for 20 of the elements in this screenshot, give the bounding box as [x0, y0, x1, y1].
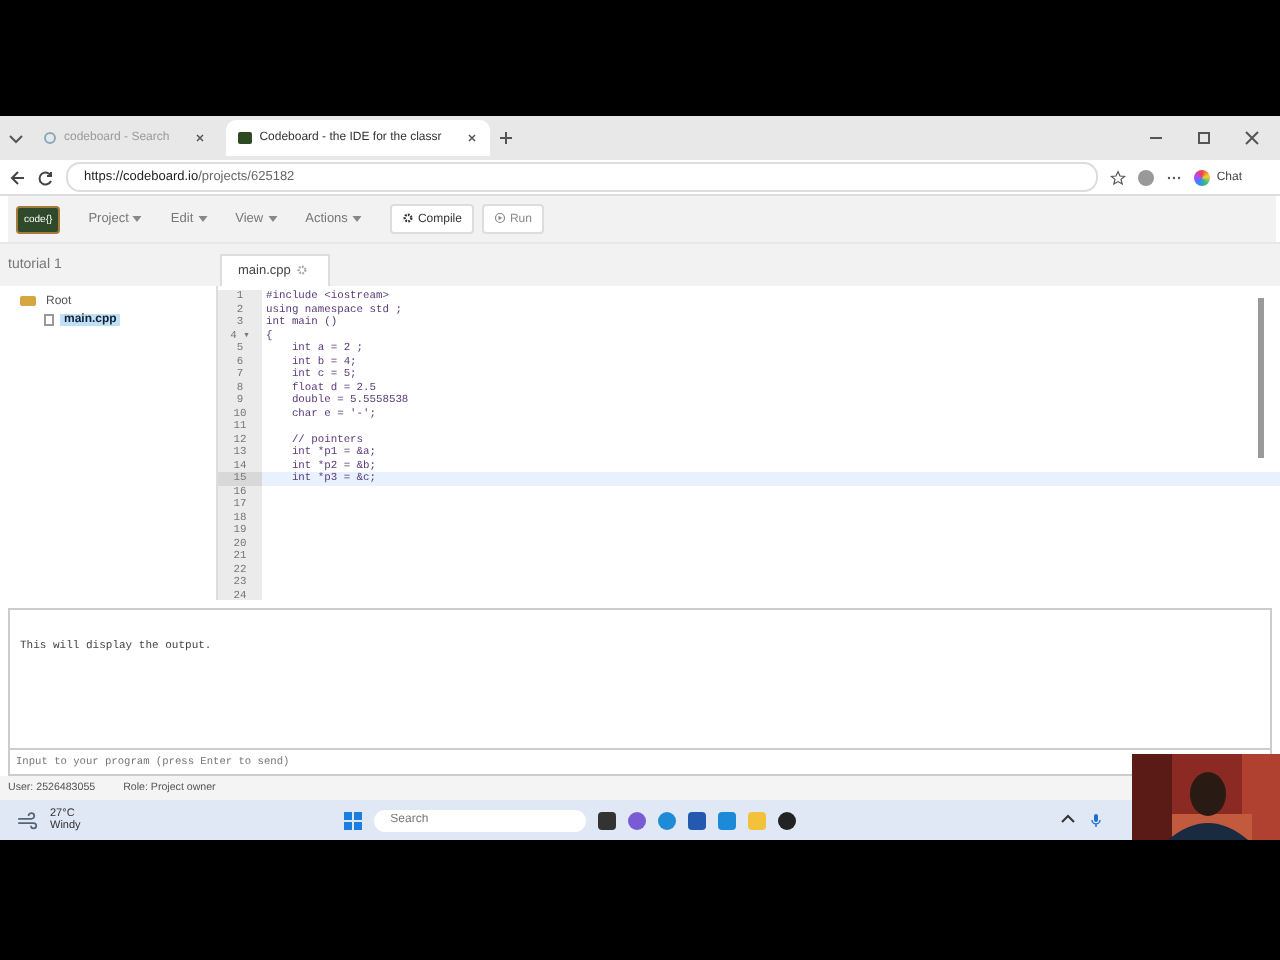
caret-icon: [351, 215, 362, 222]
caret-icon: [132, 215, 143, 222]
back-icon[interactable]: [10, 169, 26, 185]
wind-icon: [16, 811, 38, 829]
play-icon: [493, 212, 506, 224]
new-tab-icon[interactable]: [497, 130, 514, 146]
chevron-down-icon[interactable]: [8, 130, 24, 146]
browser-icon[interactable]: [658, 811, 677, 829]
caret-icon: [267, 215, 278, 222]
windows-icon[interactable]: [344, 811, 363, 829]
microphone-icon[interactable]: [1088, 812, 1104, 828]
close-tab-icon[interactable]: [465, 132, 478, 144]
caret-icon[interactable]: [1060, 812, 1076, 828]
close-tab-icon[interactable]: [193, 132, 206, 144]
star-icon[interactable]: [1110, 169, 1127, 185]
taskbar-app-icon[interactable]: [778, 811, 797, 829]
reload-icon[interactable]: [38, 169, 54, 185]
caret-icon: [197, 215, 208, 222]
profile-icon[interactable]: [1138, 169, 1155, 185]
file-icon: [44, 313, 54, 325]
